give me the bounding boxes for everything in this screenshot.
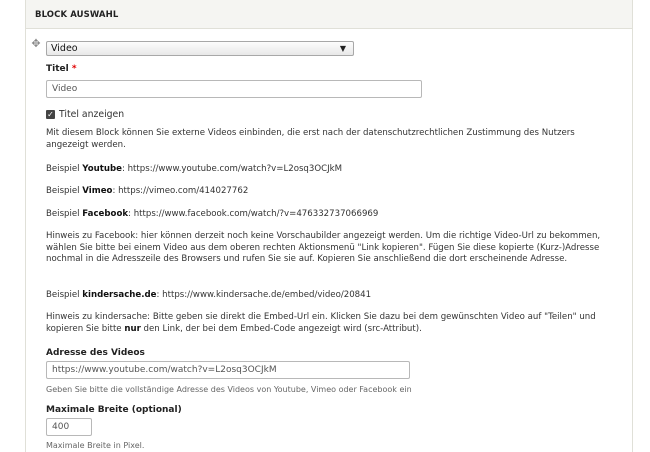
drag-handle-icon[interactable]: ✥: [30, 38, 42, 50]
block-type-selected: Video: [51, 43, 78, 54]
example-kindersache-name: kindersache.de: [82, 290, 157, 300]
info-intro: Mit diesem Block können Sie externe Vide…: [46, 128, 575, 150]
example-vimeo: Beispiel Vimeo: https://vimeo.com/414027…: [46, 186, 249, 196]
title-input[interactable]: Video: [46, 80, 422, 98]
triangle-down-icon: ▼: [339, 44, 346, 53]
example-facebook-name: Facebook: [82, 209, 129, 219]
video-url-label: Adresse des Videos: [46, 348, 145, 358]
facebook-hint: Hinweis zu Facebook: hier können derzeit…: [46, 231, 601, 264]
max-width-description: Maximale Breite in Pixel.: [46, 441, 145, 450]
example-youtube: Beispiel Youtube: https://www.youtube.co…: [46, 164, 343, 174]
example-facebook: Beispiel Facebook: https://www.facebook.…: [46, 209, 379, 219]
kindersache-hint: Hinweis zu kindersache: Bitte geben sie …: [46, 312, 596, 334]
panel-border-left: [25, 29, 26, 452]
max-width-label: Maximale Breite (optional): [46, 405, 182, 415]
example-vimeo-name: Vimeo: [82, 186, 113, 196]
block-type-select[interactable]: Video ▼: [46, 41, 354, 56]
max-width-input[interactable]: 400: [46, 418, 92, 436]
panel-header: BLOCK AUSWAHL: [25, 0, 633, 29]
checkmark-icon: ✓: [47, 110, 54, 119]
required-marker: *: [71, 64, 77, 74]
title-label: Titel *: [46, 64, 77, 74]
video-url-description: Geben Sie bitte die vollständige Adresse…: [46, 385, 412, 394]
show-title-label: Titel anzeigen: [59, 109, 125, 120]
example-kindersache: Beispiel kindersache.de: https://www.kin…: [46, 290, 372, 300]
kindersache-hint-bold: nur: [124, 323, 141, 334]
video-url-input-value: https://www.youtube.com/watch?v=L2osq3OC…: [52, 365, 277, 375]
panel-border-right: [632, 29, 633, 452]
panel-title: BLOCK AUSWAHL: [35, 10, 119, 20]
video-url-input[interactable]: https://www.youtube.com/watch?v=L2osq3OC…: [46, 361, 410, 379]
max-width-input-value: 400: [52, 422, 70, 432]
title-input-value: Video: [52, 84, 78, 94]
example-youtube-name: Youtube: [82, 164, 122, 174]
show-title-checkbox[interactable]: ✓: [46, 110, 55, 119]
